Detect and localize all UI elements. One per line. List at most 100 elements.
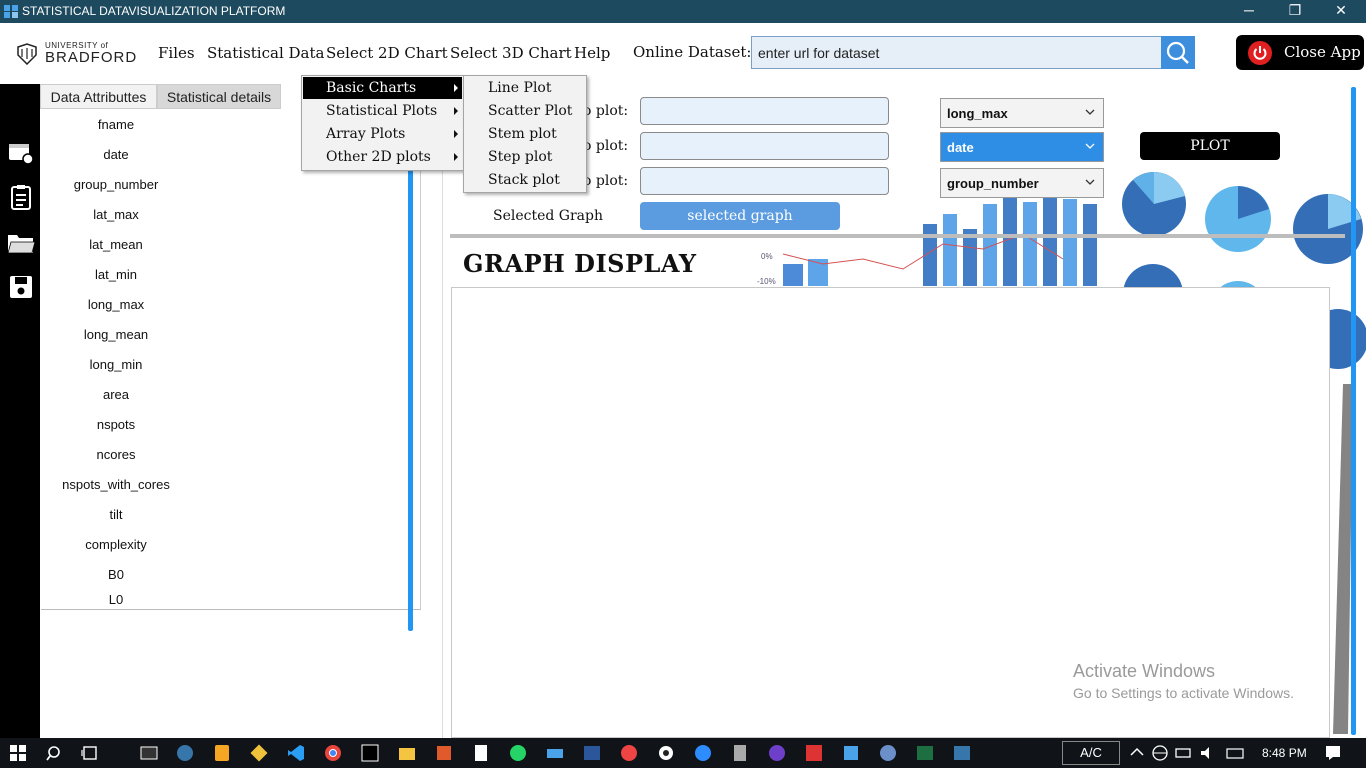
list-item[interactable]: lat_max bbox=[41, 207, 191, 222]
menu-item-stem-plot[interactable]: Stem plot bbox=[465, 123, 585, 145]
list-item[interactable]: fname bbox=[41, 117, 191, 132]
zoom-icon[interactable] bbox=[694, 744, 712, 762]
paint-icon[interactable] bbox=[620, 744, 638, 762]
tab-data-attributes[interactable]: Data Attributtes bbox=[40, 84, 157, 109]
list-item[interactable]: long_mean bbox=[41, 327, 191, 342]
menu-files[interactable]: Files bbox=[158, 44, 195, 62]
submenu-arrow-icon bbox=[454, 130, 458, 138]
menu-item-scatter-plot[interactable]: Scatter Plot bbox=[465, 100, 585, 122]
notification-icon[interactable] bbox=[1324, 744, 1342, 762]
pycharm-icon[interactable] bbox=[361, 744, 379, 762]
list-item[interactable]: complexity bbox=[41, 537, 191, 552]
git-icon[interactable] bbox=[250, 744, 268, 762]
menu-select-2d-chart[interactable]: Select 2D Chart bbox=[326, 44, 448, 62]
volume-icon[interactable] bbox=[1199, 744, 1217, 762]
menu-item-stack-plot[interactable]: Stack plot bbox=[465, 169, 585, 191]
main-scrollbar[interactable] bbox=[1351, 87, 1356, 735]
x-plot-label: o plot: bbox=[583, 103, 629, 119]
app-icon bbox=[4, 5, 18, 18]
y-attribute-select[interactable]: date bbox=[940, 132, 1104, 162]
whatsapp-icon[interactable] bbox=[509, 744, 527, 762]
x-attribute-value: long_max bbox=[947, 106, 1008, 121]
clipboard-icon[interactable] bbox=[7, 184, 35, 210]
list-item[interactable]: long_max bbox=[41, 297, 191, 312]
battery-icon[interactable] bbox=[1175, 744, 1193, 762]
z-attribute-select[interactable]: group_number bbox=[940, 168, 1104, 198]
list-item[interactable]: long_min bbox=[41, 357, 191, 372]
dataset-url-input[interactable] bbox=[751, 36, 1163, 69]
list-item[interactable]: nspots bbox=[41, 417, 191, 432]
list-item[interactable]: B0 bbox=[41, 567, 191, 582]
windows-taskbar: A/C 8:48 PM bbox=[0, 738, 1366, 768]
left-toolbar bbox=[0, 84, 40, 738]
keyboard-icon[interactable] bbox=[546, 744, 564, 762]
submenu-arrow-icon bbox=[454, 84, 458, 92]
dataset-settings-icon[interactable] bbox=[7, 140, 35, 166]
task-view-icon[interactable] bbox=[81, 744, 99, 762]
app-icon[interactable] bbox=[435, 744, 453, 762]
save-icon[interactable] bbox=[7, 274, 35, 300]
window-close-button[interactable]: ✕ bbox=[1318, 0, 1364, 23]
notes-icon[interactable] bbox=[842, 744, 860, 762]
open-folder-icon[interactable] bbox=[7, 230, 35, 256]
globe-icon[interactable] bbox=[1151, 744, 1169, 762]
document-icon[interactable] bbox=[472, 744, 490, 762]
windows-start-icon[interactable] bbox=[9, 744, 27, 762]
menu-item-other-2d-plots[interactable]: Other 2D plots bbox=[303, 146, 462, 168]
menu-statistical-data[interactable]: Statistical Data bbox=[207, 44, 324, 62]
close-app-button[interactable]: Close App bbox=[1236, 35, 1364, 70]
y-attribute-value: date bbox=[947, 140, 974, 155]
python-app-icon[interactable] bbox=[176, 744, 194, 762]
list-item[interactable]: L0 bbox=[41, 592, 191, 607]
keyboard-layout-icon[interactable] bbox=[1226, 744, 1244, 762]
python-window-icon[interactable] bbox=[953, 744, 971, 762]
excel-icon[interactable] bbox=[916, 744, 934, 762]
file-explorer-icon[interactable] bbox=[398, 744, 416, 762]
logo-name-text: BRADFORD bbox=[45, 49, 138, 66]
clock[interactable]: 8:48 PM bbox=[1262, 746, 1307, 760]
minimize-button[interactable]: ─ bbox=[1226, 0, 1272, 23]
chevron-down-icon bbox=[1085, 109, 1095, 115]
chevron-up-icon[interactable] bbox=[1128, 744, 1146, 762]
y-plot-input[interactable] bbox=[640, 132, 889, 160]
command-prompt-icon[interactable] bbox=[140, 744, 158, 762]
x-attribute-select[interactable]: long_max bbox=[940, 98, 1104, 128]
menu-item-statistical-plots[interactable]: Statistical Plots bbox=[303, 100, 462, 122]
media-icon[interactable] bbox=[805, 744, 823, 762]
calculator-icon[interactable] bbox=[731, 744, 749, 762]
menu-help[interactable]: Help bbox=[574, 44, 610, 62]
menu-item-array-plots[interactable]: Array Plots bbox=[303, 123, 462, 145]
restore-button[interactable]: ❐ bbox=[1272, 0, 1318, 23]
z-plot-input[interactable] bbox=[640, 167, 889, 195]
tab-statistical-details[interactable]: Statistical details bbox=[157, 84, 281, 109]
list-item[interactable]: nspots_with_cores bbox=[41, 477, 191, 492]
menu-select-3d-chart[interactable]: Select 3D Chart bbox=[450, 44, 572, 62]
search-button[interactable] bbox=[1161, 36, 1195, 69]
list-item[interactable]: group_number bbox=[41, 177, 191, 192]
word-icon[interactable] bbox=[583, 744, 601, 762]
input-indicator[interactable]: A/C bbox=[1062, 741, 1120, 765]
menu-item-step-plot[interactable]: Step plot bbox=[465, 146, 585, 168]
chrome-icon[interactable] bbox=[324, 744, 342, 762]
list-item[interactable]: lat_mean bbox=[41, 237, 191, 252]
menu-item-line-plot[interactable]: Line Plot bbox=[465, 77, 585, 99]
sublime-icon[interactable] bbox=[213, 744, 231, 762]
github-icon[interactable] bbox=[768, 744, 786, 762]
list-item[interactable]: lat_min bbox=[41, 267, 191, 282]
r-language-icon[interactable] bbox=[879, 744, 897, 762]
x-plot-input[interactable] bbox=[640, 97, 889, 125]
selected-graph-button[interactable]: selected graph bbox=[640, 202, 840, 230]
activate-windows-subtitle: Go to Settings to activate Windows. bbox=[1073, 685, 1294, 701]
vscode-icon[interactable] bbox=[287, 744, 305, 762]
camera-icon[interactable] bbox=[657, 744, 675, 762]
list-item[interactable]: area bbox=[41, 387, 191, 402]
attribute-list-scrollbar[interactable] bbox=[408, 145, 413, 631]
plot-button[interactable]: PLOT bbox=[1140, 132, 1280, 160]
search-icon[interactable] bbox=[46, 744, 64, 762]
menu-item-basic-charts[interactable]: Basic Charts bbox=[303, 77, 462, 99]
list-item[interactable]: tilt bbox=[41, 507, 191, 522]
power-icon bbox=[1248, 41, 1272, 65]
list-item[interactable]: date bbox=[41, 147, 191, 162]
list-item[interactable]: ncores bbox=[41, 447, 191, 462]
logo-mark-icon bbox=[17, 43, 37, 65]
